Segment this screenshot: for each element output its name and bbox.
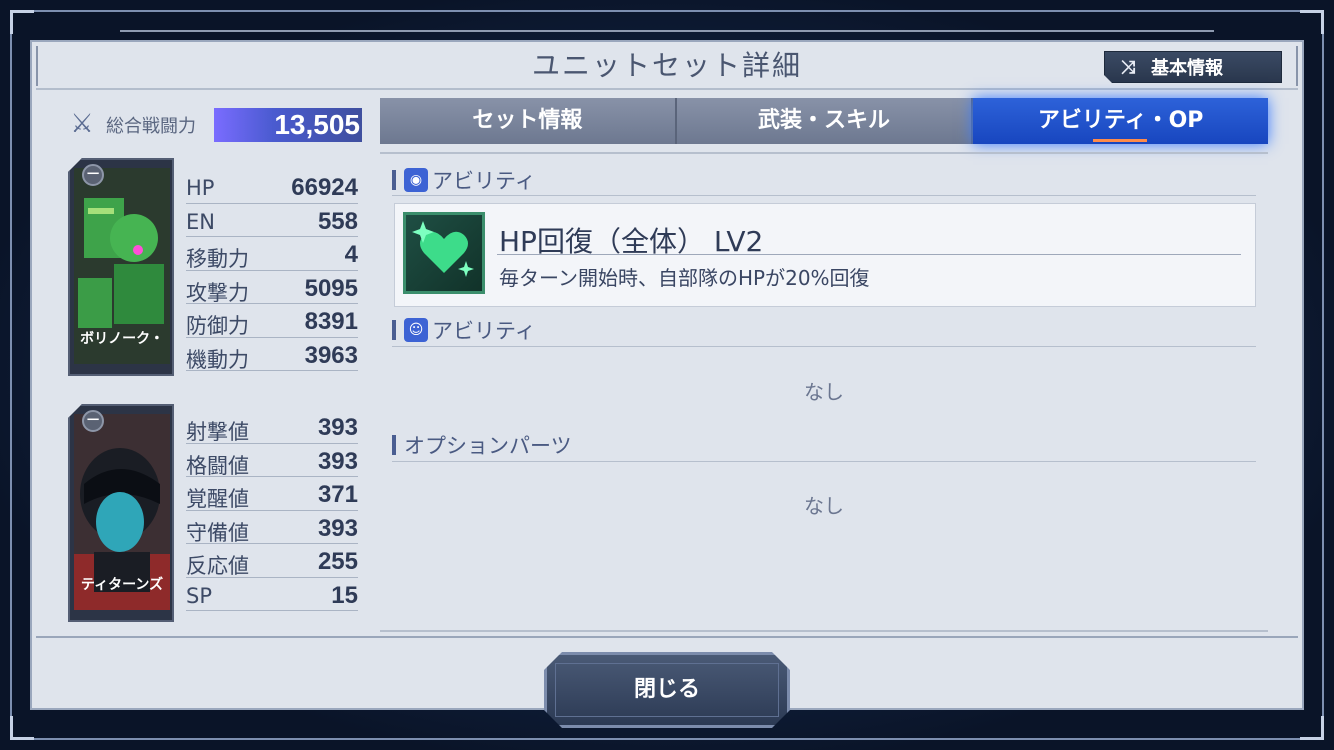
section-marker [392, 170, 396, 190]
stat-value: 4 [344, 241, 358, 268]
mobile-suit-icon: ◉ [404, 168, 428, 192]
stat-name: 防御力 [186, 314, 249, 338]
stat-value: 66924 [291, 174, 358, 201]
stat-value: 558 [317, 207, 358, 235]
heart-sparkle-icon [403, 212, 485, 294]
stat-value: 393 [317, 414, 358, 441]
stat-name: SP [186, 583, 212, 608]
frame-corner [1300, 716, 1324, 740]
stat-row: HP 66924 [186, 170, 358, 204]
total-power: ⚔ 総合戦闘力 13,505 [66, 106, 366, 142]
option-parts-label: オプションパーツ [404, 434, 572, 458]
stat-value: 8391 [304, 308, 358, 335]
ability-divider [497, 254, 1241, 255]
title-divider [36, 88, 1298, 90]
stat-row: 覚醒値 371 [186, 477, 358, 511]
close-button-label: 閉じる [633, 677, 700, 702]
stat-value: 3963 [304, 341, 358, 369]
total-power-value: 13,505 [274, 109, 360, 140]
unit-stats: HP 66924 EN 558 移動力 4 攻撃力 5095 防御力 8391 機動力 39… [186, 170, 358, 372]
pilot-ability-header: ☺ アビリティ [392, 316, 536, 344]
unit-card[interactable]: − ボリノーク・ [68, 158, 174, 376]
stat-name: EN [186, 209, 215, 234]
frame-corner [1300, 10, 1324, 34]
stat-row: 機動力 3963 [186, 338, 358, 372]
remove-pilot-button[interactable]: − [82, 410, 104, 432]
pilot-ability-empty: なし [804, 380, 844, 404]
content-bottom-divider [380, 630, 1268, 632]
top-decoration-line [120, 30, 1214, 32]
stat-value: 15 [331, 581, 358, 609]
stat-value: 393 [317, 447, 358, 475]
tab-bar: セット情報 武装・スキル アビリティ・OP [380, 98, 1269, 144]
stat-name: 格闘値 [186, 453, 249, 478]
stat-value: 5095 [304, 274, 358, 302]
pilot-ability-label: アビリティ [432, 319, 536, 343]
unit-name: ボリノーク・ [80, 331, 164, 347]
section-divider [392, 346, 1256, 347]
tab-set-info[interactable]: セット情報 [380, 98, 677, 144]
section-divider [392, 461, 1256, 462]
stat-row: 射撃値 393 [186, 410, 358, 444]
frame-corner [10, 10, 34, 34]
stat-name: 機動力 [186, 347, 249, 372]
stat-value: 371 [317, 481, 358, 508]
unit-ability-label: アビリティ [432, 169, 536, 193]
section-marker [392, 320, 396, 340]
stat-name: 反応値 [186, 554, 249, 578]
basic-info-button[interactable]: ⤨ 基本情報 [1104, 51, 1282, 83]
pilot-card[interactable]: − ティターンズ [68, 404, 174, 622]
pilot-stats: 射撃値 393 格闘値 393 覚醒値 371 守備値 393 反応値 255 SP 15 [186, 410, 358, 611]
stat-value: 393 [317, 514, 358, 542]
unit-ability-header: ◉ アビリティ [392, 166, 536, 194]
stat-row: 移動力 4 [186, 237, 358, 271]
stat-row: 反応値 255 [186, 544, 358, 578]
stat-name: HP [186, 176, 215, 200]
stat-name: 守備値 [186, 520, 249, 545]
stat-value: 255 [317, 548, 358, 575]
stat-name: 射撃値 [186, 420, 249, 444]
ability-description: 毎ターン開始時、自部隊のHPが20%回復 [499, 266, 870, 290]
pilot-helmet-icon: ☺ [404, 318, 428, 342]
stat-row: 攻撃力 5095 [186, 271, 358, 305]
crossed-swords-icon: ⚔ [70, 109, 94, 139]
option-parts-header: オプションパーツ [392, 431, 572, 459]
total-power-label: 総合戦闘力 [106, 116, 196, 137]
shuffle-icon: ⤨ [1120, 56, 1136, 78]
ability-card[interactable]: HP回復（全体） LV2 毎ターン開始時、自部隊のHPが20%回復 [394, 203, 1256, 307]
stat-row: 格闘値 393 [186, 444, 358, 478]
option-parts-empty: なし [804, 494, 844, 518]
tabs-divider [380, 152, 1268, 154]
tab-weapons-skills[interactable]: 武装・スキル [676, 98, 974, 144]
basic-info-label: 基本情報 [1151, 58, 1223, 79]
stat-row: 防御力 8391 [186, 304, 358, 338]
active-tab-indicator [1093, 139, 1148, 142]
section-divider [392, 195, 1256, 196]
stat-row: EN 558 [186, 204, 358, 237]
tab-ability-op[interactable]: アビリティ・OP [973, 98, 1269, 144]
panel-bottom-divider [36, 636, 1298, 638]
pilot-name: ティターンズ [80, 577, 164, 593]
stat-row: 守備値 393 [186, 511, 358, 545]
stat-name: 覚醒値 [186, 487, 249, 511]
stat-name: 攻撃力 [186, 280, 249, 305]
frame-corner [10, 716, 34, 740]
tab-ability-op-label: アビリティ・OP [1037, 108, 1204, 133]
stat-row: SP 15 [186, 578, 358, 611]
close-button[interactable]: 閉じる [544, 652, 790, 728]
stat-name: 移動力 [186, 247, 249, 271]
remove-unit-button[interactable]: − [82, 164, 104, 186]
section-marker [392, 435, 396, 455]
